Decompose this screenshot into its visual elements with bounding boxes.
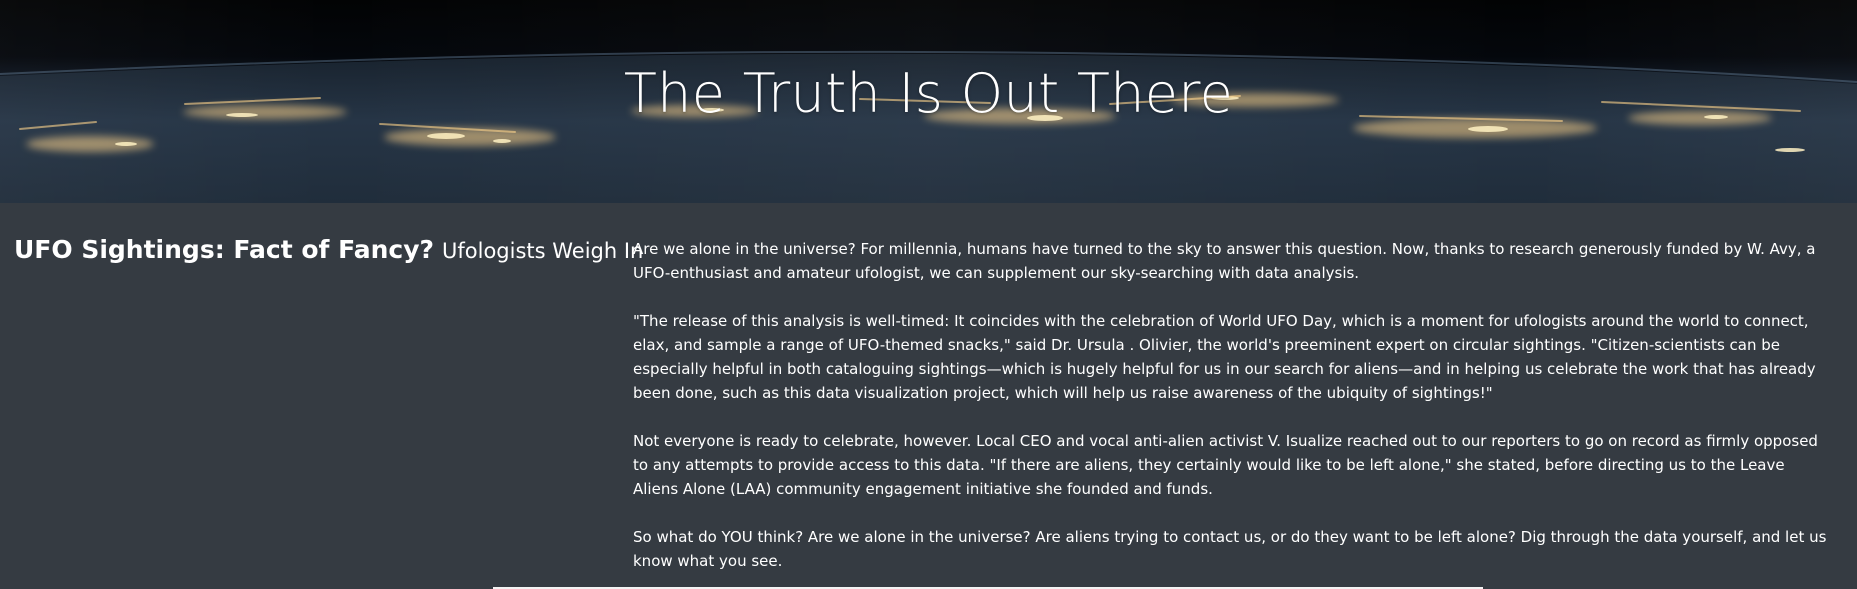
article-paragraph-3: Not everyone is ready to celebrate, howe… (633, 432, 1818, 498)
hero-banner: The Truth Is Out There (0, 0, 1857, 203)
article-headline: UFO Sightings: Fact of Fancy? Ufologists … (14, 235, 643, 265)
headline-subtitle: Ufologists Weigh In (442, 239, 644, 263)
main-content: UFO Sightings: Fact of Fancy? Ufologists … (0, 203, 1857, 589)
page: The Truth Is Out There UFO Sightings: Fa… (0, 0, 1857, 589)
page-title: The Truth Is Out There (623, 62, 1234, 125)
article-body: Are we alone in the universe? For millen… (633, 237, 1833, 589)
article-heading-panel: UFO Sightings: Fact of Fancy? Ufologists … (14, 235, 643, 265)
headline-title: UFO Sightings: Fact of Fancy? (14, 235, 435, 264)
article-paragraph-1: Are we alone in the universe? For millen… (633, 240, 1816, 282)
article-paragraph-2: "The release of this analysis is well-ti… (633, 312, 1816, 402)
article-paragraph-4: So what do YOU think? Are we alone in th… (633, 528, 1827, 570)
